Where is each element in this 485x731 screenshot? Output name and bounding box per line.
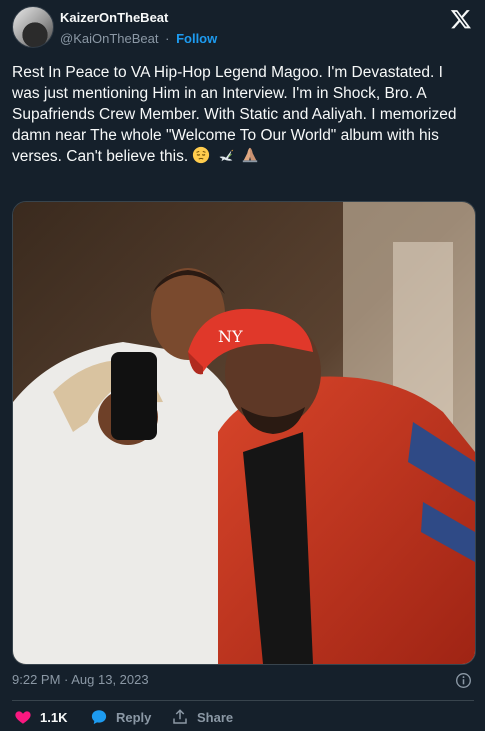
x-logo-icon[interactable] [450, 8, 472, 30]
author-name[interactable]: KaizerOnTheBeat [60, 10, 168, 25]
heart-icon [15, 711, 31, 724]
reply-label: Reply [116, 709, 152, 725]
tweet-text: Rest In Peace to VA Hip-Hop Legend Magoo… [12, 62, 472, 167]
share-label: Share [197, 709, 234, 725]
author-avatar[interactable] [12, 6, 54, 48]
svg-text:NY: NY [218, 327, 243, 346]
reply-icon [91, 710, 107, 725]
tweet-photo[interactable]: NY [12, 201, 476, 665]
author-handle[interactable]: @KaiOnTheBeat [60, 31, 158, 46]
share-icon [173, 709, 187, 724]
reply-button[interactable]: Reply [90, 707, 151, 727]
follow-button[interactable]: Follow [176, 31, 217, 46]
like-count: 1.1K [40, 709, 68, 725]
dove-icon [219, 149, 233, 162]
info-icon[interactable] [455, 672, 472, 689]
like-button[interactable]: 1.1K [14, 707, 67, 727]
separator-dot: · [165, 31, 170, 46]
tweet-timestamp[interactable]: 9:22 PM · Aug 13, 2023 [12, 672, 149, 687]
pensive-face-icon [193, 146, 210, 164]
author-handle-row: @KaiOnTheBeat · Follow [60, 31, 217, 46]
tweet-meta: 9:22 PM · Aug 13, 2023 [12, 672, 474, 692]
folded-hands-icon [242, 147, 258, 163]
share-button[interactable]: Share [171, 707, 233, 727]
divider [12, 700, 474, 701]
tweet-header: KaizerOnTheBeat @KaiOnTheBeat · Follow [0, 0, 485, 56]
photo-of-two-men-taking-selfie: NY [13, 202, 475, 664]
